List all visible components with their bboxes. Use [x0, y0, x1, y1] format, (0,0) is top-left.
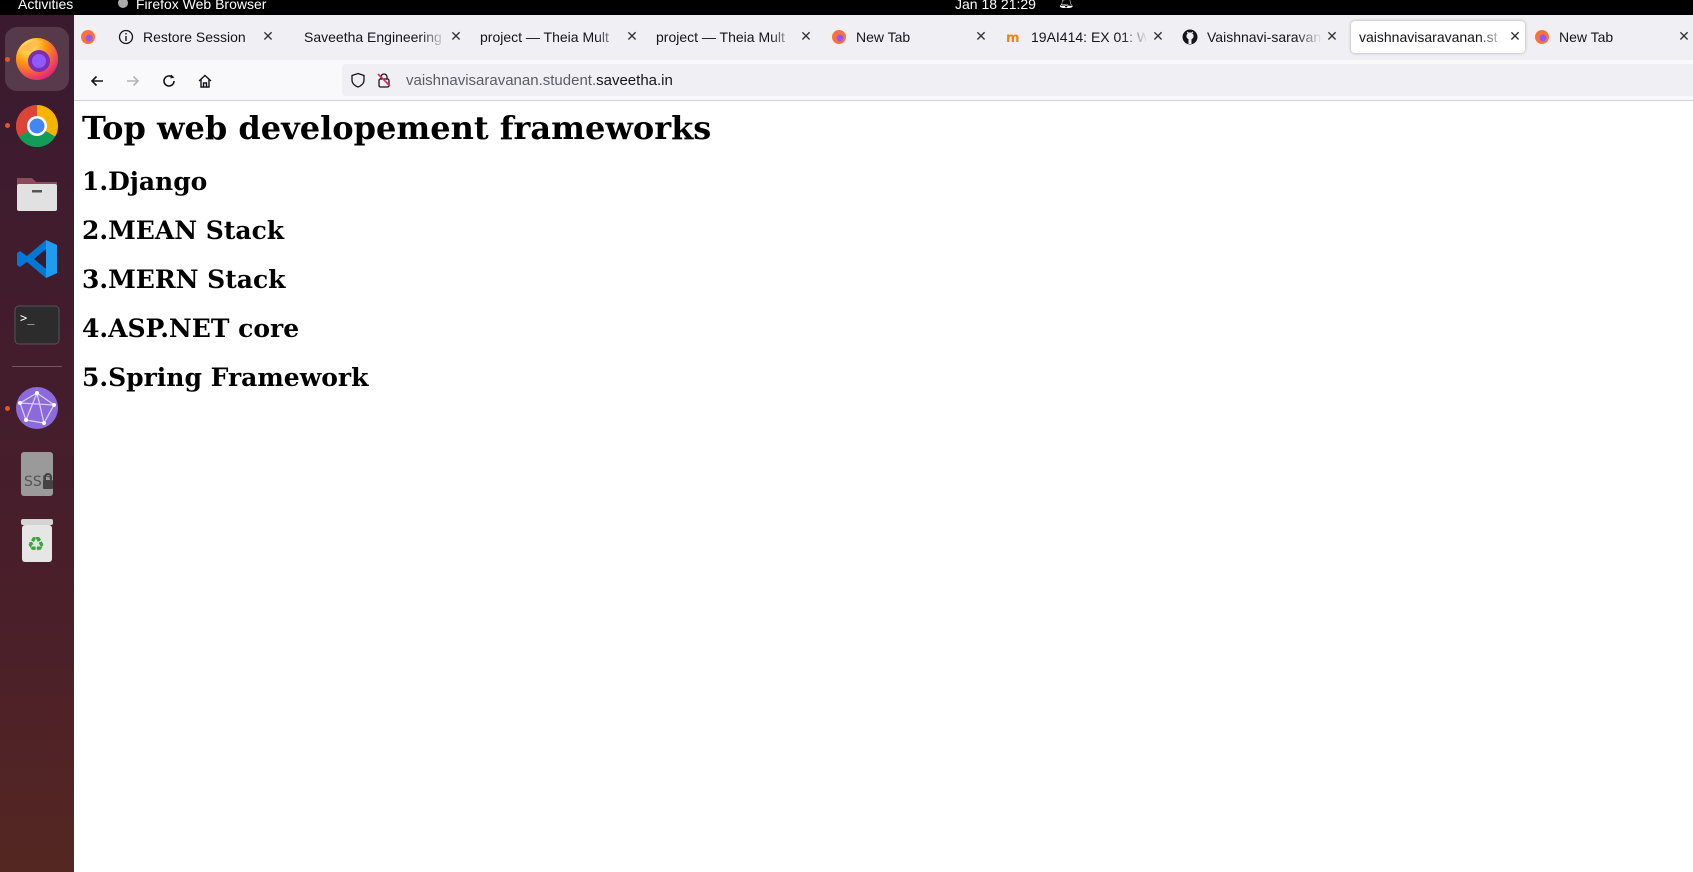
svg-text:>_: >_ [20, 311, 35, 325]
framework-item-spring-framework: 5.Spring Framework [82, 363, 369, 392]
address-bar[interactable]: vaishnavisaravanan.student. saveetha.in [342, 64, 1693, 96]
back-button[interactable] [84, 68, 110, 94]
tab-fade [596, 21, 622, 53]
tab-firefox-view[interactable] [80, 21, 108, 53]
running-indicator [5, 406, 10, 411]
url-domain: saveetha.in [596, 71, 673, 89]
tab-fade [770, 21, 796, 53]
close-tab-icon[interactable]: ✕ [624, 28, 640, 45]
tab-label: Restore Session [143, 29, 246, 45]
back-arrow-icon [90, 75, 103, 87]
url-subdomain: vaishnavisaravanan.student. [406, 71, 597, 89]
firefox-icon [16, 38, 58, 80]
forward-button[interactable] [120, 68, 146, 94]
reload-button[interactable] [156, 68, 182, 94]
tab-theia-project-2[interactable]: project — Theia Mult ✕ [656, 21, 816, 53]
insecure-lock-icon[interactable] [374, 70, 394, 90]
tab-label: project — Theia Mult [480, 29, 609, 45]
close-tab-icon[interactable]: ✕ [1324, 28, 1340, 45]
app-menu-icon [118, 0, 128, 8]
close-tab-icon[interactable]: ✕ [1150, 28, 1166, 45]
tab-label: vaishnavisaravanan.st [1359, 29, 1498, 45]
tab-strip: Restore Session ✕ Saveetha Engineering ✕… [74, 15, 1693, 60]
tab-saveetha-engineering[interactable]: Saveetha Engineering ✕ [304, 21, 466, 53]
github-icon [1182, 29, 1198, 45]
close-tab-icon[interactable]: ✕ [260, 28, 276, 45]
framework-item-aspnet-core: 4.ASP.NET core [82, 314, 300, 343]
activities-button[interactable]: Activities [18, 0, 73, 12]
info-icon [118, 29, 134, 45]
firefox-icon [80, 29, 96, 45]
svg-text:♻: ♻ [27, 532, 45, 556]
network-icon [16, 387, 58, 429]
framework-item-django: 1.Django [82, 167, 208, 196]
framework-item-mean-stack: 2.MEAN Stack [82, 216, 285, 245]
reload-icon [163, 74, 175, 87]
home-icon [198, 74, 212, 88]
tab-new-tab-1[interactable]: New Tab ✕ [831, 21, 991, 53]
navigation-toolbar: vaishnavisaravanan.student. saveetha.in [74, 60, 1693, 101]
dock-vscode[interactable] [5, 227, 69, 291]
terminal-icon: >_ [14, 305, 60, 345]
firefox-icon [1534, 29, 1550, 45]
vscode-icon [17, 240, 57, 278]
system-top-bar: Activities Firefox Web Browser Jan 18 21… [0, 0, 1693, 15]
files-icon [17, 178, 57, 211]
close-tab-icon[interactable]: ✕ [973, 28, 989, 45]
tab-fade [1479, 21, 1505, 53]
tab-fade [420, 21, 446, 53]
tab-new-tab-2[interactable]: New Tab ✕ [1534, 21, 1692, 53]
moodle-icon: m [1006, 29, 1022, 45]
running-indicator [5, 123, 10, 128]
system-clock[interactable]: Jan 18 21:29 [955, 0, 1036, 12]
tab-theia-project-1[interactable]: project — Theia Mult ✕ [480, 21, 642, 53]
tab-19ai414-ex01[interactable]: m 19AI414: EX 01: W ✕ [1006, 21, 1168, 53]
app-menu[interactable]: Firefox Web Browser [118, 0, 266, 12]
notification-bell-icon[interactable]: 🔔︎ [1058, 0, 1075, 10]
tab-label: New Tab [1559, 29, 1614, 45]
page-heading: Top web developement frameworks [82, 109, 712, 147]
close-tab-icon[interactable]: ✕ [798, 28, 814, 45]
tab-restore-session[interactable]: Restore Session ✕ [118, 21, 278, 53]
running-indicator [5, 57, 10, 62]
page-content: Top web developement frameworks 1.Django… [74, 101, 1693, 872]
chrome-icon [15, 104, 59, 148]
dock-chrome[interactable] [5, 94, 69, 158]
tab-vaishnavisaravanan-active[interactable]: vaishnavisaravanan.st ✕ [1351, 21, 1525, 53]
dock: >_ SSD ♻ [0, 15, 74, 872]
dock-network-app[interactable] [5, 376, 69, 440]
dock-separator [12, 366, 62, 367]
tab-github-repo[interactable]: Vaishnavi-saravan ✕ [1182, 21, 1342, 53]
framework-item-mern-stack: 3.MERN Stack [82, 265, 286, 294]
dock-ssd-drive[interactable]: SSD [5, 442, 69, 506]
close-tab-icon[interactable]: ✕ [448, 28, 464, 45]
tracking-protection-shield-icon[interactable] [348, 70, 368, 90]
dock-trash[interactable]: ♻ [5, 508, 69, 572]
dock-firefox[interactable] [5, 27, 69, 91]
tab-label: New Tab [856, 29, 911, 45]
home-button[interactable] [192, 68, 218, 94]
trash-icon: ♻ [21, 519, 53, 562]
tab-fade [1296, 21, 1322, 53]
dock-terminal[interactable]: >_ [5, 293, 69, 357]
dock-files[interactable] [5, 161, 69, 225]
tab-label: project — Theia Mult [656, 29, 785, 45]
forward-arrow-icon [127, 75, 140, 87]
ssd-drive-icon: SSD [21, 452, 53, 496]
close-tab-icon[interactable]: ✕ [1676, 28, 1692, 45]
tab-fade [1122, 21, 1148, 53]
svg-text:m: m [1006, 31, 1020, 45]
close-tab-icon[interactable]: ✕ [1507, 28, 1523, 45]
app-menu-label: Firefox Web Browser [136, 0, 267, 12]
firefox-icon [831, 29, 847, 45]
